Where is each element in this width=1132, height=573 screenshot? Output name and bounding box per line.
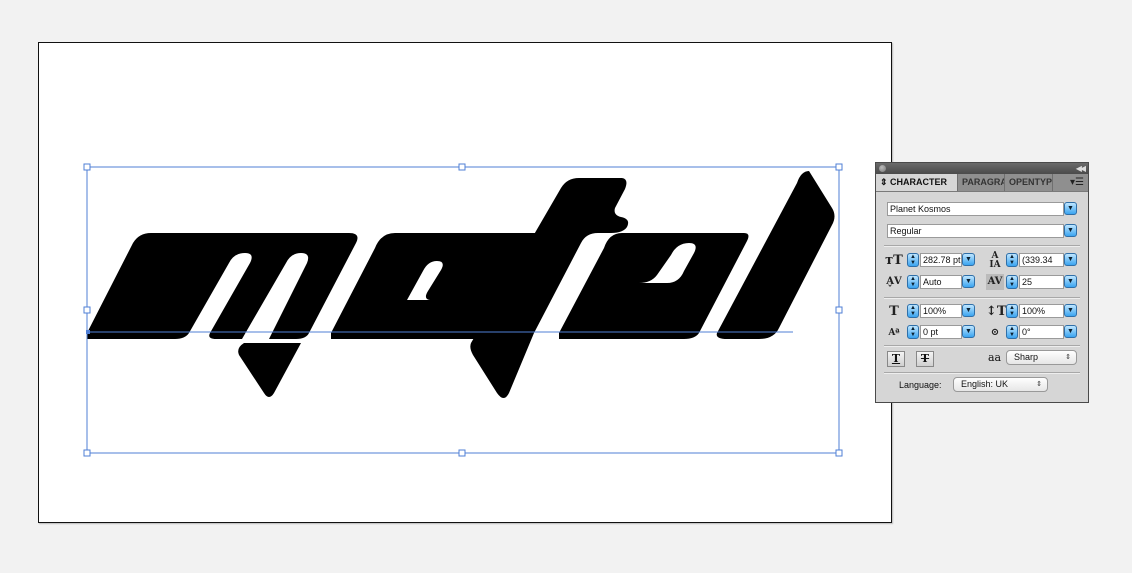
kerning-field[interactable]: Auto — [920, 275, 962, 289]
antialias-icon: aa — [988, 351, 1002, 364]
font-size-icon: ᴛT — [885, 253, 903, 268]
kerning-stepper[interactable]: ▲ ▼ — [907, 275, 919, 289]
font-family-field[interactable]: Planet Kosmos — [887, 202, 1064, 216]
divider — [884, 297, 1080, 299]
handle-mid-right[interactable] — [835, 306, 843, 314]
tracking-dropdown[interactable]: ▼ — [1064, 275, 1077, 288]
close-icon[interactable] — [879, 165, 886, 172]
divider — [884, 345, 1080, 347]
font-style-field[interactable]: Regular — [887, 224, 1064, 238]
font-style-dropdown[interactable]: ▼ — [1064, 224, 1077, 237]
baseline-anchor[interactable] — [86, 330, 90, 334]
font-size-dropdown[interactable]: ▼ — [962, 253, 975, 266]
vertical-scale-field[interactable]: 100% — [920, 304, 962, 318]
leading-field[interactable]: (339.34 — [1019, 253, 1064, 267]
leading-dropdown[interactable]: ▼ — [1064, 253, 1077, 266]
updown-arrows-icon: ⇕ — [1065, 354, 1071, 361]
handle-top-right[interactable] — [835, 163, 843, 171]
font-size-stepper[interactable]: ▲ ▼ — [907, 253, 919, 267]
tracking-field[interactable]: 25 — [1019, 275, 1064, 289]
vertical-scale-icon: T — [889, 304, 899, 319]
glyph-a[interactable] — [559, 233, 749, 339]
horizontal-scale-icon: ↕T — [986, 304, 1007, 319]
kerning-dropdown[interactable]: ▼ — [962, 275, 975, 288]
baseline-shift-stepper[interactable]: ▲ ▼ — [907, 325, 919, 339]
strikethrough-button[interactable]: T — [916, 351, 934, 367]
panel-titlebar[interactable]: ◀◀ — [876, 163, 1088, 174]
leading-icon: A IA — [989, 251, 1001, 270]
horizontal-scale-dropdown[interactable]: ▼ — [1064, 304, 1077, 317]
rotation-field[interactable]: 0° — [1019, 325, 1064, 339]
vertical-scale-stepper[interactable]: ▲ ▼ — [907, 304, 919, 318]
font-size-field[interactable]: 282.78 pt — [920, 253, 962, 267]
language-select[interactable]: English: UK ⇕ — [953, 377, 1048, 392]
leading-stepper[interactable]: ▲ ▼ — [1006, 253, 1018, 267]
horizontal-scale-stepper[interactable]: ▲ ▼ — [1006, 304, 1018, 318]
rotation-icon: ⊙ — [990, 327, 1000, 338]
language-label: Language: — [899, 380, 942, 390]
rotation-dropdown[interactable]: ▼ — [1064, 325, 1077, 338]
panel-tabs: ⇕ CHARACTER PARAGRAPH OPENTYPE ▾☰ — [876, 174, 1088, 192]
tracking-stepper[interactable]: ▲ ▼ — [1006, 275, 1018, 289]
divider — [884, 372, 1080, 374]
antialias-select[interactable]: Sharp ⇕ — [1006, 350, 1077, 365]
baseline-shift-dropdown[interactable]: ▼ — [962, 325, 975, 338]
handle-mid-left[interactable] — [83, 306, 91, 314]
tab-character[interactable]: ⇕ CHARACTER — [876, 174, 958, 191]
glyph-m[interactable] — [87, 233, 358, 339]
collapse-icon[interactable]: ◀◀ — [1076, 163, 1086, 174]
kerning-icon: A̬V — [886, 276, 902, 287]
glyph-m-descender[interactable] — [238, 343, 301, 397]
tracking-icon: AV — [986, 274, 1004, 290]
character-panel: ◀◀ ⇕ CHARACTER PARAGRAPH OPENTYPE ▾☰ Pla… — [875, 162, 1089, 403]
handle-top-mid[interactable] — [458, 163, 466, 171]
font-family-dropdown[interactable]: ▼ — [1064, 202, 1077, 215]
artboard[interactable] — [38, 42, 892, 523]
vertical-scale-dropdown[interactable]: ▼ — [962, 304, 975, 317]
underline-button[interactable]: T — [887, 351, 905, 367]
panel-menu-icon[interactable]: ▾☰ — [1070, 174, 1084, 191]
handle-bottom-mid[interactable] — [458, 449, 466, 457]
rotation-stepper[interactable]: ▲ ▼ — [1006, 325, 1018, 339]
baseline-shift-icon: Aª — [888, 328, 900, 338]
horizontal-scale-field[interactable]: 100% — [1019, 304, 1064, 318]
updown-arrows-icon: ⇕ — [1036, 381, 1042, 388]
handle-bottom-right[interactable] — [835, 449, 843, 457]
handle-top-left[interactable] — [83, 163, 91, 171]
baseline-shift-field[interactable]: 0 pt — [920, 325, 962, 339]
handle-bottom-left[interactable] — [83, 449, 91, 457]
divider — [884, 245, 1080, 247]
artwork-canvas[interactable] — [39, 43, 891, 522]
tab-paragraph[interactable]: PARAGRAPH — [958, 174, 1005, 191]
tab-opentype[interactable]: OPENTYPE — [1005, 174, 1053, 191]
